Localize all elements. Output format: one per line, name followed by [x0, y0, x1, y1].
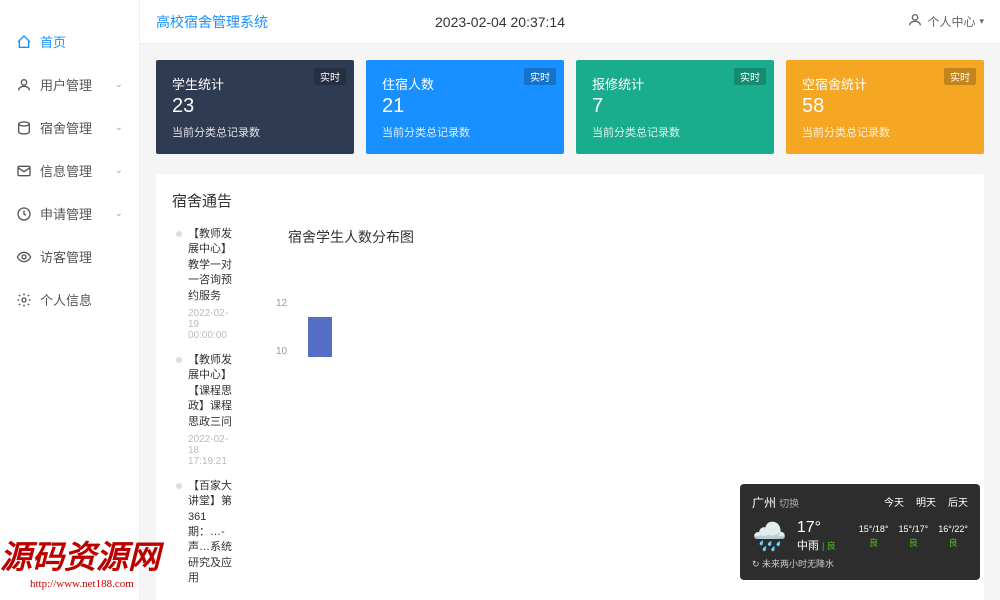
topbar: 高校宿舍管理系统 2023-02-04 20:37:14 个人中心 ▾: [140, 0, 1000, 44]
forecast-item: 15°/18°良: [859, 524, 889, 549]
datetime: 2023-02-04 20:37:14: [435, 14, 565, 30]
sidebar-item-label: 信息管理: [40, 161, 92, 180]
stat-value: 7: [592, 95, 758, 118]
timeline-item-title: 【教师发展中心】教学一对一咨询预约服务: [188, 227, 232, 304]
stat-card-repairs: 实时 报修统计 7 当前分类总记录数: [576, 60, 774, 154]
weather-note: ↻ 未来两小时无降水: [752, 557, 968, 570]
timeline-item-title: 【百家大讲堂】第361期：…-声…系统研究及应用: [188, 479, 232, 587]
timeline-item-time: 2022-02-19 00:00:00: [188, 308, 232, 341]
weather-desc: 中雨: [797, 540, 819, 552]
timeline-item[interactable]: 【教师发展中心】教学一对一咨询预约服务 2022-02-19 00:00:00: [176, 227, 232, 341]
caret-down-icon: ▾: [979, 16, 984, 27]
sidebar-item-info-mgmt[interactable]: 信息管理 ⌄: [0, 149, 139, 192]
stat-sub: 当前分类总记录数: [172, 124, 338, 140]
forecast-item: 16°/22°良: [938, 524, 968, 549]
eye-icon: [16, 249, 32, 265]
realtime-badge: 实时: [524, 68, 556, 85]
sidebar: 首页 用户管理 ⌄ 宿舍管理 ⌄ 信息管理 ⌄ 申请管理 ⌄ 访客管理 个人信息: [0, 0, 140, 600]
bar-chart: 12 10: [268, 287, 968, 357]
watermark-url: http://www.net188.com: [30, 578, 160, 590]
weather-aq: | 良: [822, 541, 836, 551]
home-icon: [16, 34, 32, 50]
forecast-item: 15°/17°良: [899, 524, 929, 549]
watermark: 源码资源网 http://www.net188.com: [0, 532, 160, 590]
clock-icon: [16, 206, 32, 222]
timeline-item-time: 2022-02-18 17:19:21: [188, 434, 232, 467]
sidebar-item-label: 用户管理: [40, 75, 92, 94]
weather-switch[interactable]: 切换: [779, 499, 799, 510]
user-label: 个人中心: [927, 13, 975, 30]
stat-value: 58: [802, 95, 968, 118]
y-tick: 12: [276, 298, 287, 309]
user-icon: [16, 77, 32, 93]
rain-icon: 🌧️: [752, 520, 787, 553]
realtime-badge: 实时: [314, 68, 346, 85]
stat-value: 23: [172, 95, 338, 118]
chevron-down-icon: ⌄: [115, 122, 123, 133]
stat-sub: 当前分类总记录数: [592, 124, 758, 140]
mail-icon: [16, 163, 32, 179]
realtime-badge: 实时: [734, 68, 766, 85]
weather-day-label: 今天: [884, 494, 904, 511]
chevron-down-icon: ⌄: [115, 79, 123, 90]
sidebar-item-apply-mgmt[interactable]: 申请管理 ⌄: [0, 192, 139, 235]
user-icon: [907, 12, 923, 31]
sidebar-item-profile[interactable]: 个人信息: [0, 278, 139, 321]
weather-day-label: 后天: [948, 494, 968, 511]
stat-sub: 当前分类总记录数: [802, 124, 968, 140]
timeline-item-title: 【教师发展中心】【课程思政】课程思政三问: [188, 353, 232, 430]
database-icon: [16, 120, 32, 136]
stats-row: 实时 学生统计 23 当前分类总记录数 实时 住宿人数 21 当前分类总记录数 …: [156, 60, 984, 154]
sidebar-item-visitor-mgmt[interactable]: 访客管理: [0, 235, 139, 278]
sidebar-item-label: 申请管理: [40, 204, 92, 223]
stat-card-students: 实时 学生统计 23 当前分类总记录数: [156, 60, 354, 154]
user-menu[interactable]: 个人中心 ▾: [907, 12, 984, 31]
weather-temp: 17°: [797, 519, 836, 537]
weather-day-label: 明天: [916, 494, 936, 511]
sidebar-item-label: 首页: [40, 32, 66, 51]
notice-timeline: 【教师发展中心】教学一对一咨询预约服务 2022-02-19 00:00:00 …: [172, 227, 232, 599]
sidebar-item-dorm-mgmt[interactable]: 宿舍管理 ⌄: [0, 106, 139, 149]
sidebar-item-user-mgmt[interactable]: 用户管理 ⌄: [0, 63, 139, 106]
watermark-text: 源码资源网: [0, 532, 160, 578]
chart-title: 宿舍学生人数分布图: [268, 227, 968, 247]
timeline-item[interactable]: 【百家大讲堂】第361期：…-声…系统研究及应用: [176, 479, 232, 587]
app-title: 高校宿舍管理系统: [156, 12, 268, 32]
weather-city: 广州: [752, 496, 776, 510]
notice-title: 宿舍通告: [172, 190, 968, 211]
gear-icon: [16, 292, 32, 308]
stat-value: 21: [382, 95, 548, 118]
chart-bar: [308, 317, 332, 357]
sidebar-item-label: 访客管理: [40, 247, 92, 266]
chevron-down-icon: ⌄: [115, 165, 123, 176]
sidebar-item-label: 宿舍管理: [40, 118, 92, 137]
stat-card-vacant: 实时 空宿舍统计 58 当前分类总记录数: [786, 60, 984, 154]
realtime-badge: 实时: [944, 68, 976, 85]
sidebar-item-home[interactable]: 首页: [0, 20, 139, 63]
stat-sub: 当前分类总记录数: [382, 124, 548, 140]
y-tick: 10: [276, 346, 287, 357]
sidebar-item-label: 个人信息: [40, 290, 92, 309]
stat-card-residents: 实时 住宿人数 21 当前分类总记录数: [366, 60, 564, 154]
weather-widget: 广州 切换 今天 明天 后天 🌧️ 17° 中雨 | 良 15°/18°良 15…: [740, 484, 980, 580]
chevron-down-icon: ⌄: [115, 208, 123, 219]
timeline-item[interactable]: 【教师发展中心】【课程思政】课程思政三问 2022-02-18 17:19:21: [176, 353, 232, 467]
